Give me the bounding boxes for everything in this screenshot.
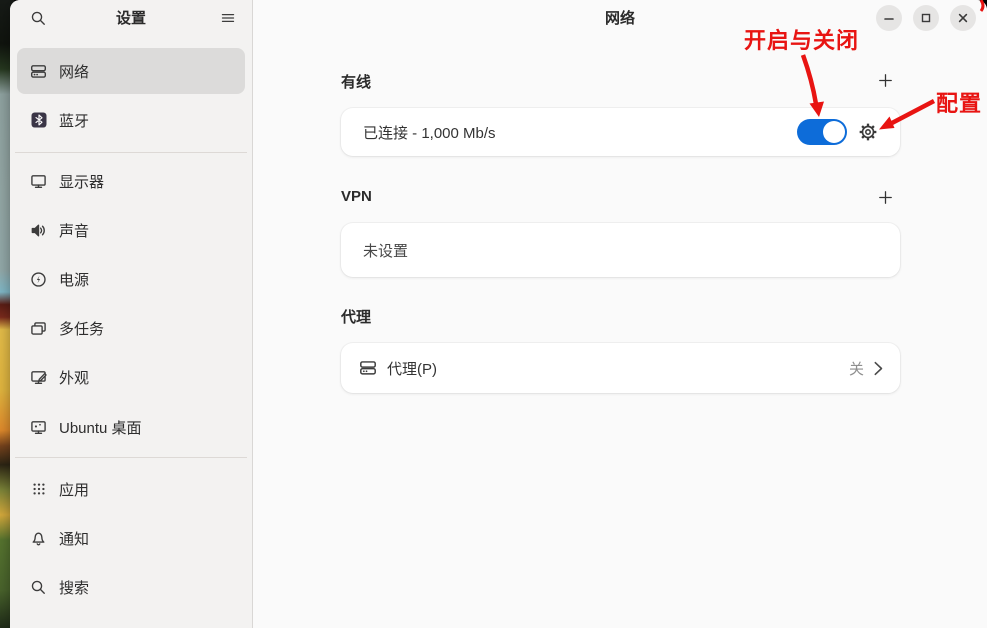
ubuntu-desktop-icon	[30, 419, 47, 436]
sidebar: 设置 网络	[10, 0, 253, 628]
wired-toggle-switch[interactable]	[797, 119, 847, 145]
plus-icon	[877, 189, 894, 206]
proxy-status: 关	[849, 358, 864, 379]
wired-section-header: 有线	[341, 71, 900, 95]
wired-connection-row[interactable]: 已连接 - 1,000 Mb/s	[341, 108, 900, 156]
sidebar-item-label: 电源	[59, 269, 89, 290]
sidebar-item-label: 声音	[59, 220, 89, 241]
sidebar-item-search[interactable]: 搜索	[17, 564, 245, 610]
network-icon	[30, 63, 47, 80]
sidebar-item-ubuntu-desktop[interactable]: Ubuntu 桌面	[17, 404, 245, 450]
vpn-row[interactable]: 未设置	[341, 223, 900, 277]
wired-status-text: 已连接 - 1,000 Mb/s	[363, 122, 496, 143]
hamburger-menu-icon	[220, 10, 236, 26]
vpn-section-title: VPN	[341, 188, 372, 205]
proxy-section-title: 代理	[341, 309, 371, 326]
sidebar-item-label: 多任务	[59, 318, 104, 339]
settings-window: 设置 网络	[10, 0, 987, 628]
sidebar-item-appearance[interactable]: 外观	[17, 354, 245, 400]
sidebar-item-power[interactable]: 电源	[17, 256, 245, 302]
close-icon	[955, 10, 971, 26]
sidebar-separator	[15, 457, 247, 458]
gear-icon	[857, 121, 879, 143]
maximize-icon	[918, 10, 934, 26]
sidebar-item-label: 应用	[59, 479, 89, 500]
display-icon	[30, 173, 47, 190]
sidebar-item-label: 搜索	[59, 577, 89, 598]
bell-icon	[30, 530, 47, 547]
sidebar-item-label: 外观	[59, 367, 89, 388]
proxy-label: 代理(P)	[387, 358, 437, 379]
add-vpn-button[interactable]	[872, 184, 898, 210]
appearance-icon	[30, 369, 47, 386]
window-controls	[876, 5, 976, 31]
proxy-icon	[359, 359, 377, 377]
wired-settings-button[interactable]	[857, 121, 879, 143]
toggle-knob	[823, 121, 845, 143]
proxy-section-header: 代理	[341, 306, 900, 330]
minimize-button[interactable]	[876, 5, 902, 31]
sidebar-item-bluetooth[interactable]: 蓝牙	[17, 97, 245, 143]
sidebar-separator	[15, 152, 247, 153]
sidebar-item-apps[interactable]: 应用	[17, 466, 245, 512]
power-icon	[30, 271, 47, 288]
sidebar-item-label: 蓝牙	[59, 110, 89, 131]
sidebar-item-label: 通知	[59, 528, 89, 549]
maximize-button[interactable]	[913, 5, 939, 31]
sidebar-item-multitasking[interactable]: 多任务	[17, 305, 245, 351]
sidebar-item-label: 显示器	[59, 171, 104, 192]
close-button[interactable]	[950, 5, 976, 31]
vpn-section-header: VPN	[341, 188, 900, 212]
sidebar-item-label: Ubuntu 桌面	[59, 417, 142, 438]
search-icon	[30, 579, 47, 596]
sidebar-item-sound[interactable]: 声音	[17, 207, 245, 253]
chevron-right-icon	[873, 360, 884, 377]
vpn-status-text: 未设置	[363, 240, 408, 261]
sidebar-item-notifications[interactable]: 通知	[17, 515, 245, 561]
proxy-row[interactable]: 代理(P) 关	[341, 343, 900, 393]
bluetooth-icon	[30, 112, 47, 129]
plus-icon	[877, 72, 894, 89]
apps-grid-icon	[30, 481, 47, 498]
multitask-icon	[30, 320, 47, 337]
speaker-icon	[30, 222, 47, 239]
sidebar-item-label: 网络	[59, 61, 89, 82]
main-panel: 网络	[253, 0, 987, 628]
screenshot-stage: 设置 网络	[0, 0, 987, 628]
sidebar-item-network[interactable]: 网络	[17, 48, 245, 94]
sidebar-menu-button[interactable]	[216, 6, 240, 30]
sidebar-item-display[interactable]: 显示器	[17, 158, 245, 204]
minimize-icon	[881, 10, 897, 26]
add-wired-connection-button[interactable]	[872, 67, 898, 93]
wired-section-title: 有线	[341, 74, 371, 91]
